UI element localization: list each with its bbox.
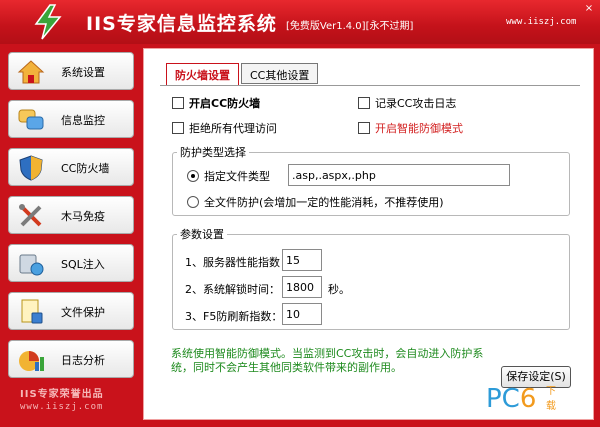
f5-index-label: 3、F5防刷新指数： <box>185 310 283 323</box>
unlock-time-unit: 秒。 <box>328 283 350 296</box>
perf-index-input[interactable] <box>282 249 322 271</box>
sidebar: 系统设置 信息监控 CC防火墙 木马免疫 SQL注入 文件保护 日志分析 IIS… <box>4 48 138 420</box>
protection-type-legend: 防护类型选择 <box>180 146 246 159</box>
smart-defense-checkbox[interactable]: 开启智能防御模式 <box>358 120 463 136</box>
close-window-button[interactable]: × <box>580 2 598 16</box>
radio-dot[interactable] <box>187 170 199 182</box>
sidebar-item-label: 日志分析 <box>61 354 105 367</box>
tab-firewall-settings[interactable]: 防火墙设置 <box>166 63 239 86</box>
tools-icon <box>19 204 42 227</box>
sidebar-item-label: 信息监控 <box>61 114 105 127</box>
chat-icon <box>18 109 44 130</box>
unlock-time-input[interactable] <box>282 276 322 298</box>
f5-index-input[interactable] <box>282 303 322 325</box>
sidebar-item-info-monitor[interactable]: 信息监控 <box>8 100 134 138</box>
close-icon: × <box>584 3 594 14</box>
checkbox-label: 拒绝所有代理访问 <box>189 122 277 135</box>
main-panel: 防火墙设置 CC其他设置 开启CC防火墙 记录CC攻击日志 拒绝所有代理访问 开… <box>143 48 594 420</box>
perf-index-label: 1、服务器性能指数 <box>185 256 280 269</box>
sidebar-item-label: 系统设置 <box>61 66 105 79</box>
sidebar-item-file-protection[interactable]: 文件保护 <box>8 292 134 330</box>
radio-label: 指定文件类型 <box>204 170 270 183</box>
watermark-pc: PC <box>486 384 520 414</box>
log-cc-checkbox[interactable]: 记录CC攻击日志 <box>358 95 456 111</box>
unlock-time-label: 2、系统解锁时间： <box>185 283 280 296</box>
checkbox-box[interactable] <box>172 122 184 134</box>
checkbox-label: 开启智能防御模式 <box>375 122 463 135</box>
document-lock-icon <box>21 299 43 324</box>
reject-proxy-checkbox[interactable]: 拒绝所有代理访问 <box>172 120 277 136</box>
app-window: IIS专家信息监控系统 [免费版Ver1.4.0][永不过期] www.iisz… <box>0 0 600 427</box>
checkbox-box[interactable] <box>358 122 370 134</box>
tab-cc-other-settings[interactable]: CC其他设置 <box>241 63 319 84</box>
chart-icon <box>19 351 44 371</box>
pc6-watermark-logo: PC6 下载 <box>486 384 556 414</box>
enable-cc-checkbox[interactable]: 开启CC防火墙 <box>172 95 260 111</box>
brand-credit: IIS专家荣誉出品 <box>20 389 104 400</box>
info-note: 系统使用智能防御模式。当监测到CC攻击时，会自动进入防护系统，同时不会产生其他同… <box>171 347 484 374</box>
lightning-logo-icon <box>34 4 62 40</box>
watermark-six: 6 <box>519 384 537 414</box>
checkbox-label: 记录CC攻击日志 <box>375 97 457 110</box>
brand-url: www.iiszj.com <box>20 402 104 412</box>
sidebar-item-cc-firewall[interactable]: CC防火墙 <box>8 148 134 186</box>
checkbox-box[interactable] <box>358 97 370 109</box>
file-types-input[interactable] <box>288 164 510 186</box>
tab-content: 开启CC防火墙 记录CC攻击日志 拒绝所有代理访问 开启智能防御模式 防护类型选… <box>160 85 580 385</box>
database-icon <box>19 254 44 276</box>
full-protection-radio[interactable]: 全文件防护(会增加一定的性能消耗，不推荐使用) <box>187 194 444 210</box>
watermark-download: 下载 <box>546 386 556 412</box>
sidebar-item-trojan-immunity[interactable]: 木马免疫 <box>8 196 134 234</box>
sidebar-item-label: 文件保护 <box>61 306 105 319</box>
radio-dot[interactable] <box>187 196 199 208</box>
home-icon <box>17 60 45 84</box>
sidebar-item-label: 木马免疫 <box>61 210 105 223</box>
sidebar-item-sql-injection[interactable]: SQL注入 <box>8 244 134 282</box>
checkbox-label: 开启CC防火墙 <box>189 97 261 110</box>
app-title: IIS专家信息监控系统 <box>86 13 277 35</box>
sidebar-item-log-analysis[interactable]: 日志分析 <box>8 340 134 378</box>
specified-types-radio[interactable]: 指定文件类型 <box>187 168 270 184</box>
radio-label: 全文件防护(会增加一定的性能消耗，不推荐使用) <box>204 196 444 209</box>
version-label: [免费版Ver1.4.0][永不过期] <box>286 21 414 32</box>
shield-icon <box>19 155 43 181</box>
checkbox-box[interactable] <box>172 97 184 109</box>
sidebar-item-label: CC防火墙 <box>61 162 110 175</box>
site-url: www.iiszj.com <box>506 17 577 27</box>
sidebar-item-system-settings[interactable]: 系统设置 <box>8 52 134 90</box>
title-bar: IIS专家信息监控系统 [免费版Ver1.4.0][永不过期] www.iisz… <box>0 0 600 44</box>
sidebar-item-label: SQL注入 <box>61 258 105 271</box>
params-legend: 参数设置 <box>180 228 224 241</box>
